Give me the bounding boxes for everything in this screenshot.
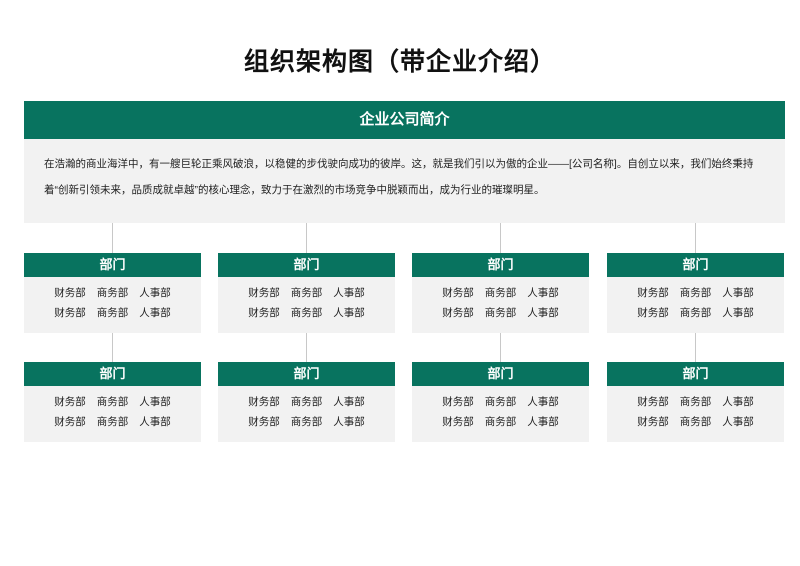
department-row: 财务部 商务部 人事部 [24, 283, 201, 303]
department-row: 财务部 商务部 人事部 [218, 303, 395, 323]
department-row: 财务部 商务部 人事部 [412, 283, 589, 303]
sub-department-label: 人事部 [333, 287, 365, 299]
sub-department-label: 商务部 [484, 396, 517, 408]
department-header: 部门 [24, 253, 201, 277]
connector-line [500, 333, 501, 362]
sub-department-label: 商务部 [679, 416, 712, 428]
sub-department-label: 商务部 [290, 416, 323, 428]
company-intro-text: 在浩瀚的商业海洋中，有一艘巨轮正乘风破浪，以稳健的步伐驶向成功的彼岸。这，就是我… [44, 158, 754, 196]
sub-department-label: 人事部 [527, 307, 559, 319]
connector-line [695, 223, 696, 253]
sub-department-label: 人事部 [139, 287, 171, 299]
sub-department-label: 商务部 [484, 287, 517, 299]
sub-department-label: 人事部 [333, 396, 365, 408]
department-header: 部门 [412, 362, 589, 386]
sub-department-label: 商务部 [290, 396, 323, 408]
department-row: 财务部 商务部 人事部 [412, 412, 589, 432]
connector-line [695, 333, 696, 362]
sub-department-label: 人事部 [527, 396, 559, 408]
sub-department-label: 商务部 [679, 307, 712, 319]
sub-department-label: 财务部 [442, 416, 474, 428]
sub-department-label: 财务部 [248, 416, 280, 428]
department-row: 财务部 商务部 人事部 [412, 303, 589, 323]
sub-department-label: 人事部 [722, 416, 754, 428]
connector-line [500, 223, 501, 253]
department-row: 财务部 商务部 人事部 [24, 392, 201, 412]
department-header: 部门 [412, 253, 589, 277]
department-box: 部门 财务部 商务部 人事部 财务部 商务部 人事部 [218, 253, 395, 333]
sub-department-label: 财务部 [54, 396, 86, 408]
sub-department-label: 财务部 [54, 416, 86, 428]
department-header: 部门 [218, 253, 395, 277]
sub-department-label: 人事部 [722, 307, 754, 319]
department-box: 部门 财务部 商务部 人事部 财务部 商务部 人事部 [24, 253, 201, 333]
sub-department-label: 商务部 [96, 396, 129, 408]
sub-department-label: 商务部 [484, 307, 517, 319]
sub-department-label: 人事部 [139, 416, 171, 428]
sub-department-label: 商务部 [679, 287, 712, 299]
sub-department-label: 商务部 [96, 307, 129, 319]
sub-department-label: 财务部 [442, 396, 474, 408]
sub-department-label: 人事部 [139, 307, 171, 319]
sub-department-label: 人事部 [722, 287, 754, 299]
department-box: 部门 财务部 商务部 人事部 财务部 商务部 人事部 [607, 362, 784, 442]
department-box: 部门 财务部 商务部 人事部 财务部 商务部 人事部 [607, 253, 784, 333]
sub-department-label: 财务部 [248, 287, 280, 299]
sub-department-label: 财务部 [54, 287, 86, 299]
sub-department-label: 人事部 [139, 396, 171, 408]
department-row: 财务部 商务部 人事部 [218, 283, 395, 303]
sub-department-label: 人事部 [333, 416, 365, 428]
sub-department-label: 财务部 [442, 307, 474, 319]
sub-department-label: 人事部 [527, 416, 559, 428]
sub-department-label: 人事部 [527, 287, 559, 299]
department-row: 财务部 商务部 人事部 [607, 412, 784, 432]
connector-line [306, 333, 307, 362]
sub-department-label: 财务部 [637, 416, 669, 428]
company-intro-panel: 企业公司简介 在浩瀚的商业海洋中，有一艘巨轮正乘风破浪，以稳健的步伐驶向成功的彼… [24, 101, 785, 223]
department-row: 财务部 商务部 人事部 [218, 412, 395, 432]
department-row: 财务部 商务部 人事部 [24, 412, 201, 432]
sub-department-label: 人事部 [333, 307, 365, 319]
sub-department-label: 财务部 [637, 307, 669, 319]
department-header: 部门 [218, 362, 395, 386]
sub-department-label: 商务部 [96, 416, 129, 428]
department-row: 财务部 商务部 人事部 [412, 392, 589, 412]
department-header: 部门 [607, 253, 784, 277]
department-row: 财务部 商务部 人事部 [607, 283, 784, 303]
company-intro-header: 企业公司简介 [24, 101, 785, 139]
sub-department-label: 财务部 [637, 396, 669, 408]
sub-department-label: 商务部 [484, 416, 517, 428]
connector-line [112, 333, 113, 362]
sub-department-label: 人事部 [722, 396, 754, 408]
sub-department-label: 财务部 [442, 287, 474, 299]
connector-line [112, 223, 113, 253]
department-box: 部门 财务部 商务部 人事部 财务部 商务部 人事部 [412, 362, 589, 442]
department-box: 部门 财务部 商务部 人事部 财务部 商务部 人事部 [24, 362, 201, 442]
department-row: 财务部 商务部 人事部 [218, 392, 395, 412]
sub-department-label: 财务部 [637, 287, 669, 299]
department-box: 部门 财务部 商务部 人事部 财务部 商务部 人事部 [218, 362, 395, 442]
department-header: 部门 [607, 362, 784, 386]
department-header: 部门 [24, 362, 201, 386]
department-box: 部门 财务部 商务部 人事部 财务部 商务部 人事部 [412, 253, 589, 333]
connector-line [306, 223, 307, 253]
sub-department-label: 商务部 [290, 307, 323, 319]
page-title: 组织架构图（带企业介绍） [243, 48, 556, 76]
sub-department-label: 商务部 [290, 287, 323, 299]
sub-department-label: 商务部 [679, 396, 712, 408]
sub-department-label: 财务部 [248, 307, 280, 319]
department-row: 财务部 商务部 人事部 [607, 392, 784, 412]
department-row: 财务部 商务部 人事部 [24, 303, 201, 323]
sub-department-label: 财务部 [54, 307, 86, 319]
sub-department-label: 财务部 [248, 396, 280, 408]
department-row: 财务部 商务部 人事部 [607, 303, 784, 323]
sub-department-label: 商务部 [96, 287, 129, 299]
